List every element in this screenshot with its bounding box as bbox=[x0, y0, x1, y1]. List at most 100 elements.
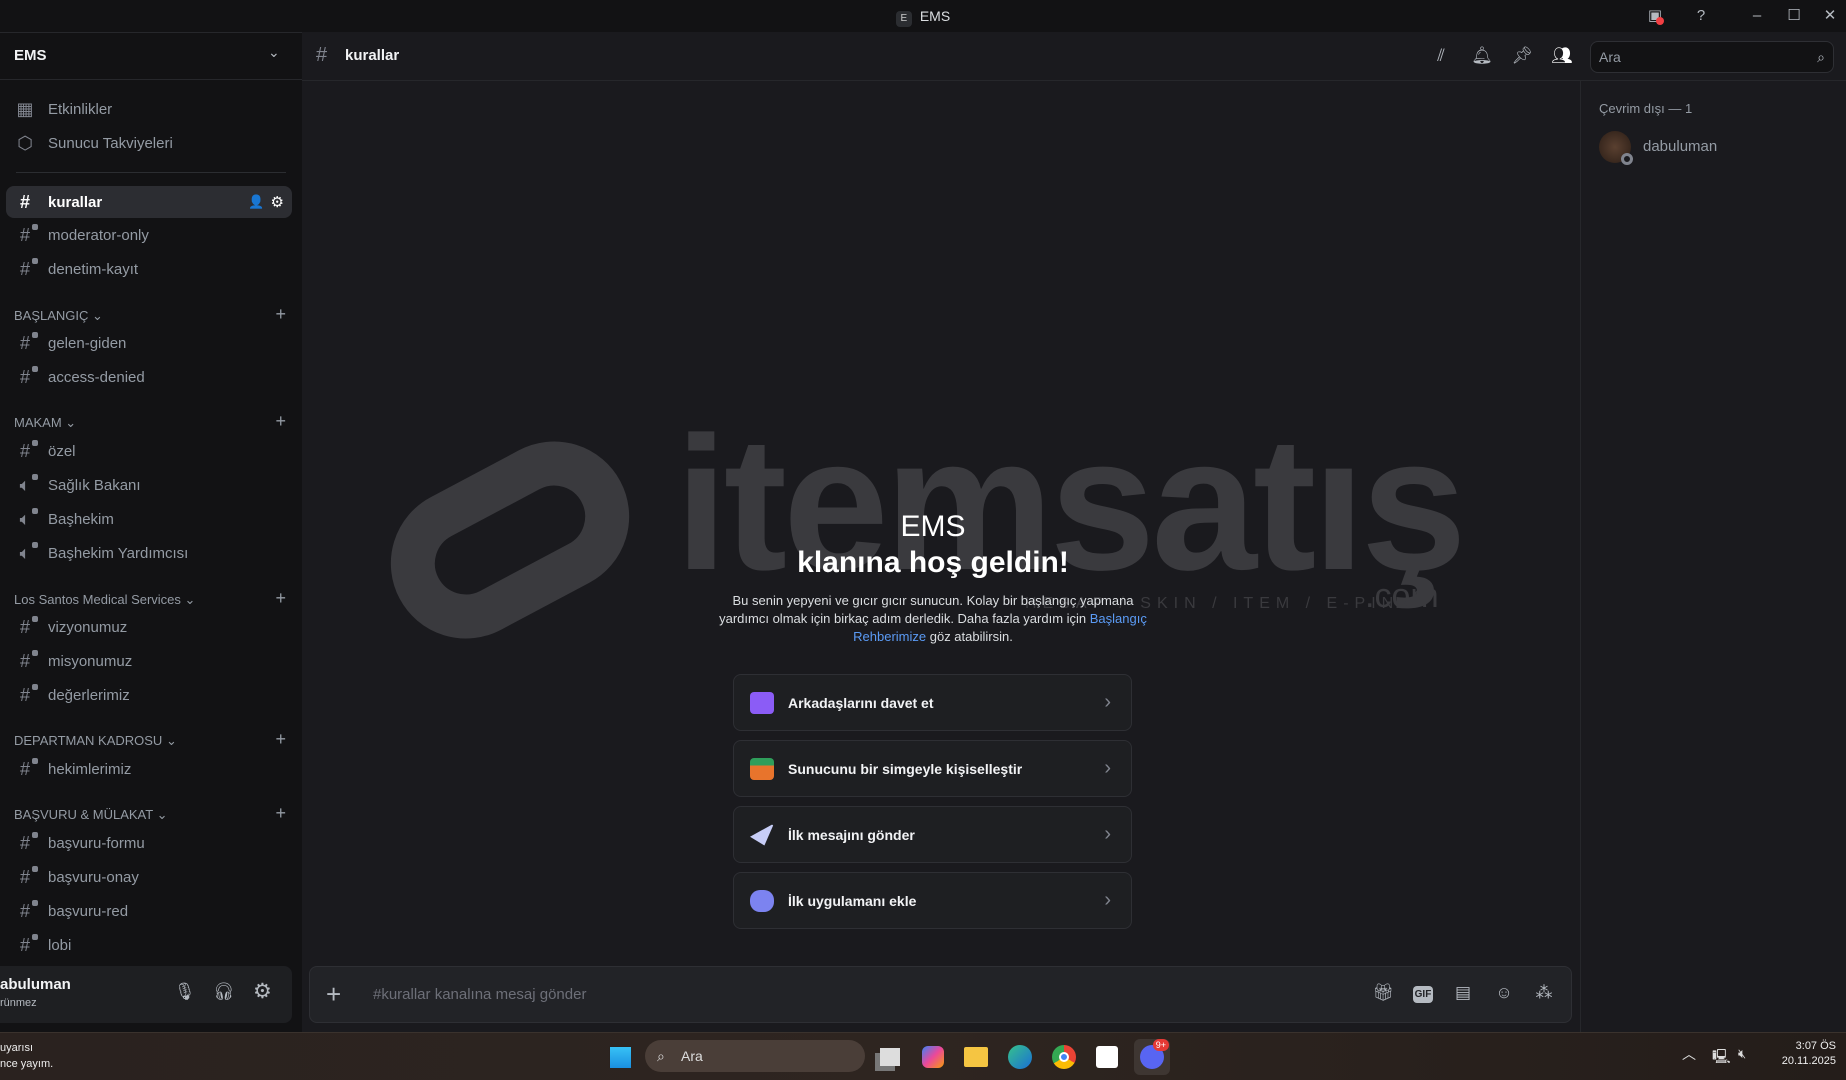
category-makam[interactable]: MAKAM ⌄ + bbox=[14, 412, 290, 431]
apps-icon[interactable]: ⁂ bbox=[1532, 983, 1556, 1007]
emoji-icon[interactable]: ☺ bbox=[1492, 983, 1516, 1007]
channel-title: kurallar bbox=[345, 47, 400, 64]
category-name: BAŞLANGIÇ bbox=[14, 308, 89, 323]
headphones-icon[interactable]: 🎧︎ bbox=[213, 982, 235, 1002]
settings-gear-icon[interactable]: ⚙ bbox=[253, 979, 272, 1004]
locked-hash-icon: # bbox=[14, 683, 38, 706]
channel-item[interactable]: # başvuru-formu bbox=[6, 827, 292, 859]
member-name: dabuluman bbox=[1643, 138, 1718, 155]
divider bbox=[16, 172, 286, 173]
locked-hash-icon: # bbox=[14, 257, 38, 280]
voice-channel-item[interactable]: 🔈︎ Sağlık Bakanı bbox=[6, 469, 292, 501]
task-view-icon[interactable] bbox=[872, 1039, 908, 1075]
channel-item[interactable]: # lobi bbox=[6, 929, 292, 961]
channel-item[interactable]: # misyonumuz bbox=[6, 645, 292, 677]
tray-chevron-up-icon[interactable]: ︿ bbox=[1682, 1044, 1696, 1064]
desc-text: göz atabilirsin. bbox=[926, 629, 1013, 644]
chrome-icon[interactable] bbox=[1046, 1039, 1082, 1075]
gift-icon[interactable]: 🎁︎ bbox=[1371, 983, 1395, 1007]
desc-text: Bu senin yepyeni ve gıcır gıcır sunucun.… bbox=[719, 593, 1134, 626]
channel-item[interactable]: # başvuru-red bbox=[6, 895, 292, 927]
sidebar-item-boosts[interactable]: ⬡ Sunucu Takviyeleri bbox=[6, 127, 292, 159]
channel-denetim-kayit[interactable]: # denetim-kayıt bbox=[6, 253, 292, 285]
maximize-button[interactable]: ☐ bbox=[1779, 4, 1809, 28]
member-list: Çevrim dışı — 1 dabuluman bbox=[1580, 81, 1846, 1032]
member-list-icon[interactable]: 👥︎ bbox=[1550, 46, 1574, 70]
channel-item[interactable]: # vizyonumuz bbox=[6, 611, 292, 643]
discord-taskbar-icon[interactable]: 9+ bbox=[1134, 1039, 1170, 1075]
locked-speaker-icon: 🔈︎ bbox=[14, 541, 38, 564]
add-app-card[interactable]: İlk uygulamanı ekle › bbox=[733, 872, 1132, 929]
channel-moderator-only[interactable]: # moderator-only bbox=[6, 219, 292, 251]
add-channel-icon[interactable]: + bbox=[275, 412, 286, 431]
help-icon[interactable]: ? bbox=[1686, 4, 1716, 28]
sticker-icon[interactable]: ▤ bbox=[1451, 983, 1475, 1007]
pin-icon[interactable]: 📌︎ bbox=[1510, 46, 1534, 70]
volume-muted-icon[interactable]: 🔇︎ bbox=[1738, 1046, 1746, 1062]
channel-label: Başhekim bbox=[48, 510, 114, 528]
taskbar-search-placeholder: Ara bbox=[681, 1048, 703, 1064]
category-lsms[interactable]: Los Santos Medical Services ⌄ + bbox=[14, 589, 290, 608]
add-channel-icon[interactable]: + bbox=[275, 589, 286, 608]
user-panel[interactable]: abuluman rünmez 🎙︎ 🎧︎ ⚙ bbox=[0, 966, 292, 1023]
category-departman[interactable]: DEPARTMAN KADROSU ⌄ + bbox=[14, 730, 290, 749]
edge-icon[interactable] bbox=[1002, 1039, 1038, 1075]
channel-item[interactable]: # başvuru-onay bbox=[6, 861, 292, 893]
gamepad-icon bbox=[750, 889, 774, 912]
voice-channel-item[interactable]: 🔈︎ Başhekim bbox=[6, 503, 292, 535]
welcome-description: Bu senin yepyeni ve gıcır gıcır sunucun.… bbox=[702, 592, 1164, 646]
member-item[interactable]: dabuluman bbox=[1599, 131, 1839, 171]
locked-speaker-icon: 🔈︎ bbox=[14, 507, 38, 530]
microphone-icon[interactable]: 🎙︎ bbox=[174, 982, 196, 1002]
category-baslangic[interactable]: BAŞLANGIÇ ⌄ + bbox=[14, 305, 290, 324]
attach-plus-icon[interactable]: + bbox=[326, 979, 341, 1010]
first-message-card[interactable]: İlk mesajını gönder › bbox=[733, 806, 1132, 863]
taskbar-search[interactable]: ⌕ Ara bbox=[645, 1040, 865, 1072]
channel-label: Sağlık Bakanı bbox=[48, 476, 141, 494]
locked-hash-icon: # bbox=[14, 865, 38, 888]
inbox-icon[interactable]: ▣ bbox=[1640, 4, 1670, 28]
add-channel-icon[interactable]: + bbox=[275, 305, 286, 324]
channel-item[interactable]: # değerlerimiz bbox=[6, 679, 292, 711]
locked-hash-icon: # bbox=[14, 899, 38, 922]
start-button[interactable] bbox=[602, 1039, 638, 1075]
message-input[interactable]: #kurallar kanalına mesaj gönder bbox=[373, 986, 586, 1003]
search-input[interactable]: Ara ⌕ bbox=[1590, 41, 1834, 73]
channel-label: vizyonumuz bbox=[48, 618, 128, 636]
file-explorer-icon[interactable] bbox=[958, 1039, 994, 1075]
channel-item[interactable]: # hekimlerimiz bbox=[6, 753, 292, 785]
channel-kurallar[interactable]: # kurallar 👤 ⚙ bbox=[6, 186, 292, 218]
card-label: İlk uygulamanı ekle bbox=[788, 892, 917, 909]
window-title: E EMS bbox=[0, 8, 1846, 27]
date: 20.11.2025 bbox=[1781, 1055, 1836, 1067]
bell-icon[interactable]: 🔔︎ bbox=[1470, 46, 1494, 70]
notification-line2[interactable]: nce yayım. bbox=[0, 1058, 53, 1070]
add-channel-icon[interactable]: + bbox=[275, 730, 286, 749]
category-name: BAŞVURU & MÜLAKAT bbox=[14, 807, 153, 822]
channel-item[interactable]: # access-denied bbox=[6, 361, 292, 393]
close-button[interactable]: ✕ bbox=[1815, 4, 1845, 28]
sidebar-item-events[interactable]: ▦ Etkinlikler bbox=[6, 93, 292, 125]
category-basvuru[interactable]: BAŞVURU & MÜLAKAT ⌄ + bbox=[14, 804, 290, 823]
voice-channel-item[interactable]: 🔈︎ Başhekim Yardımcısı bbox=[6, 537, 292, 569]
channel-item[interactable]: # gelen-giden bbox=[6, 327, 292, 359]
network-icon[interactable]: 🖳︎ bbox=[1712, 1046, 1731, 1070]
notification-line1[interactable]: uyarısı bbox=[0, 1042, 33, 1054]
chevron-down-icon[interactable]: ⌄ bbox=[268, 44, 280, 61]
boost-icon: ⬡ bbox=[17, 132, 33, 153]
customize-icon-card[interactable]: Sunucunu bir simgeyle kişiselleştir › bbox=[733, 740, 1132, 797]
gear-icon[interactable]: ⚙ bbox=[271, 193, 284, 211]
server-name[interactable]: EMS bbox=[14, 47, 47, 64]
clock[interactable]: 3:07 ÖS 20.11.2025 bbox=[1760, 1040, 1836, 1067]
gif-icon[interactable]: GIF bbox=[1411, 983, 1435, 1007]
minimize-button[interactable]: – bbox=[1742, 4, 1772, 28]
add-channel-icon[interactable]: + bbox=[275, 804, 286, 823]
locked-hash-icon: # bbox=[14, 365, 38, 388]
invite-icon[interactable]: 👤 bbox=[248, 194, 264, 210]
copilot-icon[interactable] bbox=[915, 1039, 951, 1075]
channel-label: kurallar bbox=[48, 193, 103, 211]
threads-icon[interactable]: ⫽ bbox=[1429, 46, 1453, 70]
channel-item[interactable]: # özel bbox=[6, 435, 292, 467]
invite-friends-card[interactable]: Arkadaşlarını davet et › bbox=[733, 674, 1132, 731]
store-icon[interactable] bbox=[1089, 1039, 1125, 1075]
